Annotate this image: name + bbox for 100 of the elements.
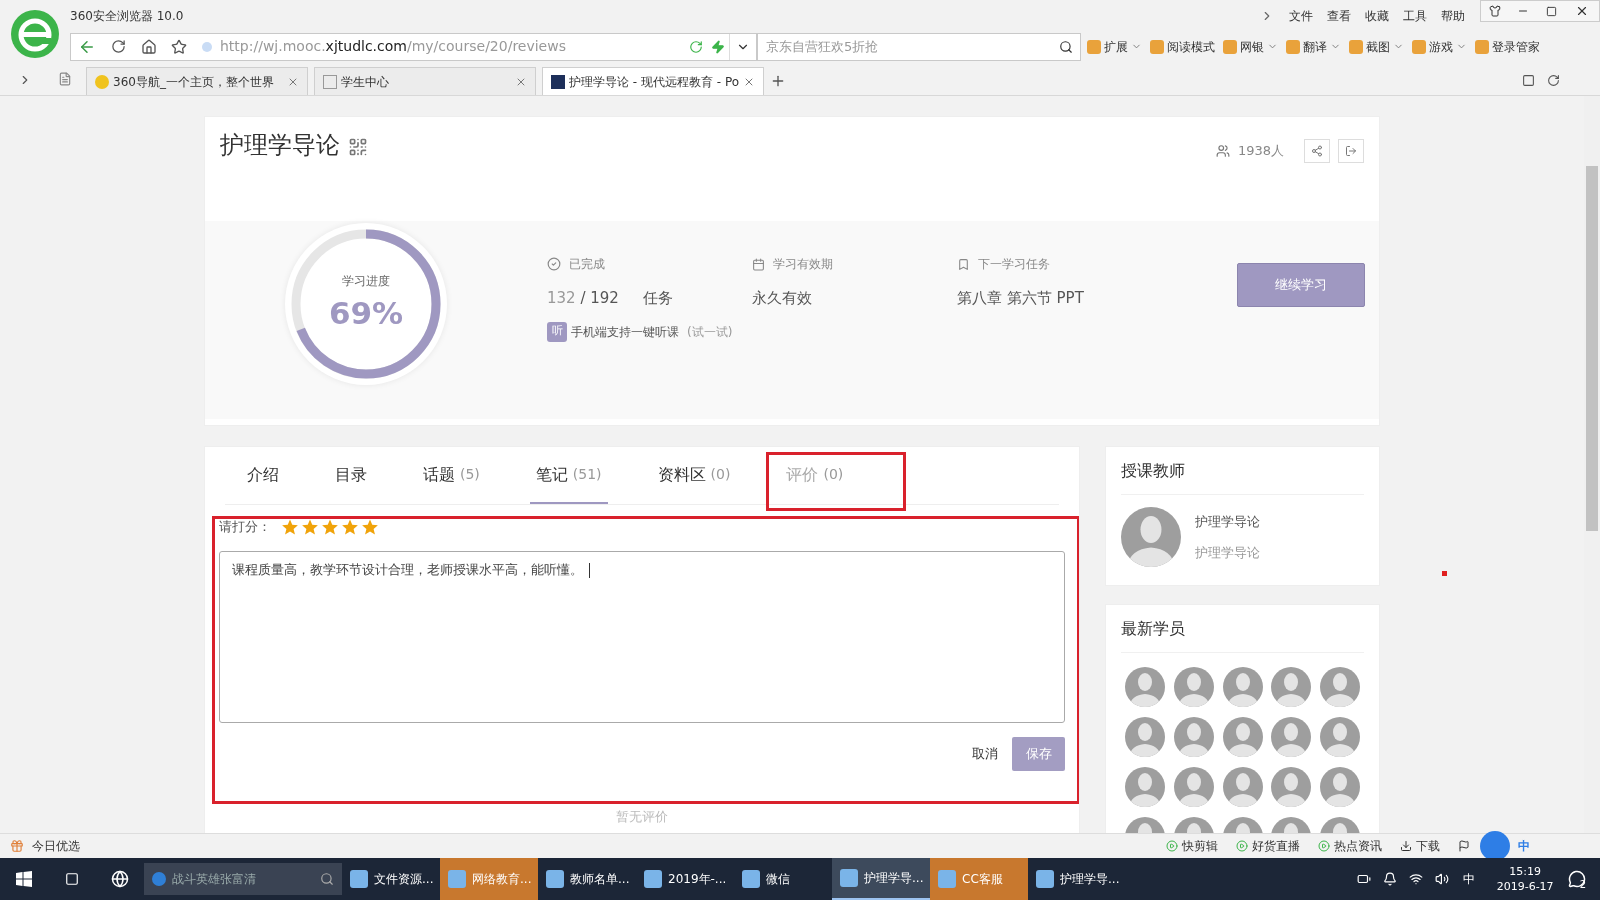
taskbar-app[interactable]: 教师名单...	[538, 858, 636, 900]
restore-icon[interactable]	[1522, 74, 1535, 87]
taskbar-app[interactable]: 微信	[734, 858, 832, 900]
browser-tab[interactable]: 360导航_一个主页，整个世界	[86, 67, 308, 95]
reload-icon[interactable]	[111, 39, 126, 54]
exit-icon	[1345, 145, 1357, 157]
favicon-icon	[323, 74, 337, 89]
teacher-subtitle: 护理学导论	[1195, 544, 1260, 562]
share-button[interactable]	[1304, 139, 1330, 163]
avatar-icon	[1222, 767, 1263, 807]
play-icon	[1166, 840, 1178, 852]
taskbar-app[interactable]: 护理学导...	[832, 858, 930, 900]
status-item[interactable]: 好货直播	[1236, 837, 1300, 855]
avatar-icon	[1173, 667, 1214, 707]
toolbar-button[interactable]: 登录管家	[1473, 37, 1542, 56]
toolbar-button[interactable]: 翻译	[1284, 37, 1343, 56]
app-icon	[350, 870, 368, 888]
task-view-icon	[65, 872, 79, 886]
progress-value: 69%	[328, 293, 404, 333]
window-title: 360安全浏览器 10.0	[70, 7, 184, 25]
toolbar-button[interactable]: 游戏	[1410, 37, 1469, 56]
ime-indicator[interactable]: 中	[1518, 837, 1530, 855]
search-icon[interactable]	[320, 872, 334, 886]
network-icon	[1408, 872, 1423, 886]
avatar-icon	[1222, 717, 1263, 757]
taskbar-app[interactable]: 文件资源...	[342, 858, 440, 900]
course-tab[interactable]: 目录	[329, 447, 373, 504]
members-icon	[1215, 144, 1230, 158]
teacher-name[interactable]: 护理学导论	[1195, 511, 1260, 531]
stat-label: 已完成	[569, 256, 605, 273]
course-tab[interactable]: 资料区 (0)	[651, 447, 737, 504]
menu-item[interactable]: 收藏	[1358, 6, 1396, 25]
status-item[interactable]: 下载	[1400, 837, 1440, 855]
avatar-icon	[1271, 667, 1312, 707]
task-unit: 任务	[642, 288, 673, 309]
course-tab[interactable]: 介绍	[241, 447, 285, 504]
site-icon	[202, 41, 212, 52]
course-tab[interactable]: 笔记 (51)	[529, 447, 608, 504]
toolbar-button[interactable]: 扩展	[1085, 37, 1144, 56]
app-icon	[742, 870, 760, 888]
tab-title: 护理学导论 - 现代远程教育 - Po	[569, 73, 739, 91]
lightning-icon[interactable]	[711, 39, 725, 54]
card-heading: 最新学员	[1121, 605, 1364, 653]
review-textarea[interactable]: 课程质量高，教学环节设计合理，老师授课水平高，能听懂。	[219, 550, 1065, 723]
scrollbar-thumb[interactable]	[1586, 166, 1598, 531]
close-icon	[1575, 4, 1589, 18]
course-title: 护理学导论	[220, 130, 340, 161]
avatar-icon	[1173, 767, 1214, 807]
exit-button[interactable]	[1338, 139, 1364, 163]
bookmark-icon	[957, 257, 970, 271]
tab-title: 360导航_一个主页，整个世界	[113, 73, 275, 91]
course-tab[interactable]: 话题 (5)	[417, 447, 486, 504]
notification-count: 2	[1579, 877, 1586, 892]
taskbar-search-field[interactable]: 战斗英雄张富清	[144, 863, 342, 895]
tab-title: 学生中心	[341, 73, 390, 91]
toolbar-button[interactable]: 网银	[1221, 37, 1280, 56]
status-item[interactable]: 热点资讯	[1318, 837, 1382, 855]
menu-item[interactable]: 查看	[1320, 6, 1358, 25]
empty-reviews-text: 暂无评价	[616, 807, 668, 826]
volume-icon	[1434, 872, 1449, 886]
qr-code-icon[interactable]	[348, 137, 368, 157]
undo-icon[interactable]	[1547, 74, 1560, 87]
menu-item[interactable]: 工具	[1396, 6, 1434, 25]
ime-indicator[interactable]: 中	[1462, 870, 1475, 888]
status-text[interactable]: 今日优选	[32, 837, 80, 855]
card-heading: 授课教师	[1121, 447, 1364, 495]
gift-icon	[10, 839, 24, 853]
toolbar-button[interactable]: 阅读模式	[1148, 37, 1217, 56]
rating-prompt: 请打分：	[219, 518, 271, 536]
avatar-icon	[1320, 717, 1361, 757]
browser-tab[interactable]: 学生中心	[314, 67, 536, 95]
browser-logo-icon	[11, 10, 59, 58]
member-count: 1938人	[1237, 142, 1284, 161]
notification-button[interactable]: 2	[1567, 866, 1586, 892]
status-item[interactable]: 快剪辑	[1166, 837, 1218, 855]
toolbar-button[interactable]: 截图	[1347, 37, 1406, 56]
flag-icon[interactable]	[1458, 840, 1470, 852]
play-icon	[1236, 840, 1248, 852]
home-icon[interactable]	[141, 38, 157, 55]
cancel-button[interactable]: 取消	[972, 743, 998, 764]
tool-icon	[1150, 39, 1164, 54]
new-tab-icon[interactable]	[770, 73, 786, 89]
next-task-value: 第八章 第六节 PPT	[957, 288, 1085, 309]
menu-item[interactable]: 文件	[1282, 6, 1320, 25]
menu-item[interactable]: 帮助	[1434, 6, 1472, 25]
listen-badge: 听	[547, 321, 567, 342]
search-field[interactable]: 京东自营狂欢5折抢	[757, 32, 1081, 61]
avatar-icon	[1271, 767, 1312, 807]
taskbar-app[interactable]: 2019年-...	[636, 858, 734, 900]
tool-icon	[1349, 39, 1363, 54]
refresh-icon[interactable]	[689, 39, 703, 54]
browser-tab[interactable]: 护理学导论 - 现代远程教育 - Po	[542, 67, 764, 95]
taskbar-app[interactable]: 护理学导...	[1028, 858, 1126, 900]
share-icon	[1311, 145, 1323, 157]
favorite-icon[interactable]	[171, 38, 187, 55]
tray-icon	[1382, 872, 1397, 886]
search-icon[interactable]	[1059, 39, 1073, 54]
avatar-icon	[1271, 717, 1312, 757]
avatar-icon	[1125, 717, 1165, 757]
avatar-icon	[1125, 767, 1165, 807]
